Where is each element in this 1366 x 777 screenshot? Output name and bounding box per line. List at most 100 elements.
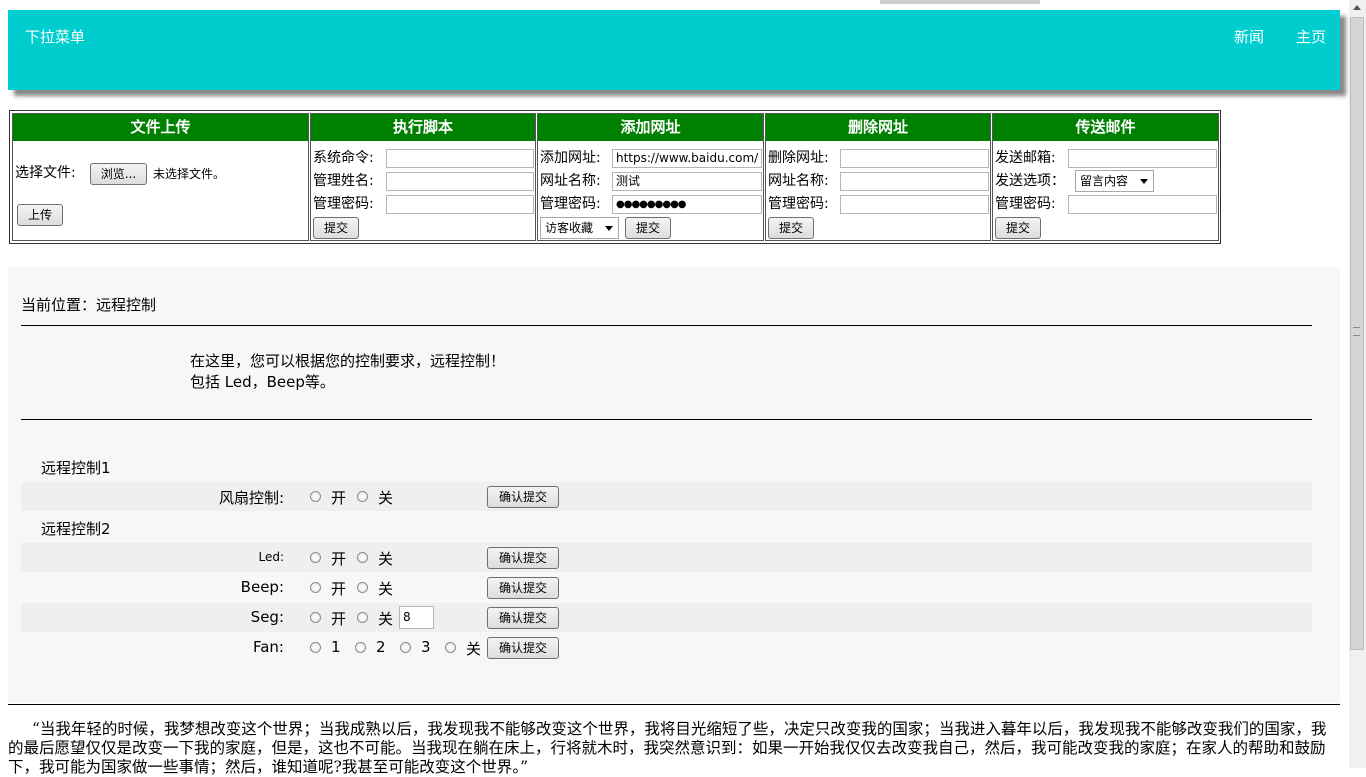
choose-file-label: 选择文件: <box>15 165 76 181</box>
mail-option-label: 发送选项： <box>995 173 1065 189</box>
group-2-title: 远程控制2 <box>41 520 111 538</box>
intro-line-1: 在这里，您可以根据您的控制要求，远程控制！ <box>190 352 506 370</box>
main-content: 当前位置：远程控制 在这里，您可以根据您的控制要求，远程控制！ 包括 Led，B… <box>8 267 1340 703</box>
beep-off-radio[interactable] <box>357 582 368 593</box>
nav-news-link[interactable]: 新闻 <box>1234 26 1264 47</box>
beep-label: Beep: <box>240 578 284 596</box>
forms-table: 文件上传 选择文件: 浏览... 未选择文件。 上传 执行脚本 系统命令: 管理… <box>9 110 1221 244</box>
fan-control-confirm-button[interactable]: 确认提交 <box>487 486 559 508</box>
add-url-category-select[interactable]: 访客收藏 <box>540 217 619 239</box>
beep-row: Beep: 开 关 确认提交 <box>21 573 1312 602</box>
delete-url-pwd-label: 管理密码: <box>768 196 829 212</box>
add-url-pwd-label: 管理密码: <box>540 196 601 212</box>
grip-icon <box>1353 327 1360 336</box>
delete-url-input[interactable] <box>840 149 989 168</box>
fan-speed-3-label: 3 <box>421 638 431 656</box>
cmd-input[interactable] <box>386 149 534 168</box>
mail-panel: 传送邮件 发送邮箱: 发送选项： 留言内容 管理密码: 提交 <box>992 113 1219 241</box>
upload-panel: 文件上传 选择文件: 浏览... 未选择文件。 上传 <box>12 113 309 241</box>
mail-pwd-label: 管理密码: <box>995 196 1056 212</box>
divider <box>21 419 1312 420</box>
fan-speed-1-radio[interactable] <box>310 642 321 653</box>
top-header: 下拉菜单 新闻 主页 <box>8 10 1340 90</box>
fan-off-speed-label: 关 <box>466 640 482 658</box>
upload-panel-title: 文件上传 <box>13 114 308 141</box>
fan-speed-2-label: 2 <box>376 638 386 656</box>
script-panel: 执行脚本 系统命令: 管理姓名: 管理密码: 提交 <box>310 113 536 241</box>
on-label: 开 <box>331 550 347 568</box>
mail-pwd-input[interactable] <box>1068 195 1217 214</box>
quote-text: “当我年轻的时候，我梦想改变这个世界；当我成熟以后，我发现我不能够改变这个世界，… <box>8 720 1327 776</box>
add-url-input[interactable]: https://www.baidu.com/ <box>612 149 762 168</box>
add-url-panel: 添加网址 添加网址: https://www.baidu.com/ 网址名称: … <box>537 113 764 241</box>
vertical-scrollbar[interactable] <box>1349 0 1366 768</box>
add-url-name-label: 网址名称: <box>540 173 601 189</box>
add-url-category-value: 访客收藏 <box>545 221 594 235</box>
mail-address-label: 发送邮箱: <box>995 150 1056 166</box>
intro-line-2: 包括 Led，Beep等。 <box>190 373 335 391</box>
mail-panel-title: 传送邮件 <box>993 114 1218 141</box>
fan-label: Fan: <box>252 638 284 656</box>
fan-control-row: 风扇控制: 开 关 确认提交 <box>21 482 1312 511</box>
delete-url-name-input[interactable] <box>840 172 989 191</box>
off-label: 关 <box>378 489 394 507</box>
group-1-title: 远程控制1 <box>41 459 111 477</box>
breadcrumb: 当前位置：远程控制 <box>21 296 157 314</box>
led-label: Led: <box>258 550 284 564</box>
script-submit-button[interactable]: 提交 <box>313 217 359 239</box>
delete-url-name-label: 网址名称: <box>768 173 829 189</box>
chevron-down-icon <box>1140 179 1148 184</box>
add-url-label: 添加网址: <box>540 150 601 166</box>
seg-value-input[interactable]: 8 <box>399 606 434 629</box>
intro-text: 在这里，您可以根据您的控制要求，远程控制！ 包括 Led，Beep等。 <box>190 351 505 393</box>
fan-confirm-button[interactable]: 确认提交 <box>487 637 559 659</box>
seg-row: Seg: 开 关 8 确认提交 <box>21 603 1312 632</box>
led-row: Led: 开 关 确认提交 <box>21 543 1312 572</box>
script-name-input[interactable] <box>386 172 534 191</box>
beep-confirm-button[interactable]: 确认提交 <box>487 577 559 599</box>
fan-off-radio[interactable] <box>357 491 368 502</box>
delete-url-label: 删除网址: <box>768 150 829 166</box>
add-url-name-input[interactable]: 测试 <box>612 172 762 191</box>
delete-url-pwd-input[interactable] <box>840 195 989 214</box>
mail-option-select[interactable]: 留言内容 <box>1075 170 1154 192</box>
fan-control-label: 风扇控制: <box>218 489 284 507</box>
mail-address-input[interactable] <box>1068 149 1217 168</box>
browse-button[interactable]: 浏览... <box>90 163 147 185</box>
on-label: 开 <box>331 580 347 598</box>
off-label: 关 <box>378 580 394 598</box>
fan-on-radio[interactable] <box>310 491 321 502</box>
script-pwd-label: 管理密码: <box>313 196 374 212</box>
led-on-radio[interactable] <box>310 552 321 563</box>
add-url-pwd-input[interactable]: ●●●●●●●●● <box>612 195 762 214</box>
led-off-radio[interactable] <box>357 552 368 563</box>
beep-on-radio[interactable] <box>310 582 321 593</box>
seg-on-radio[interactable] <box>310 612 321 623</box>
delete-url-panel-title: 删除网址 <box>766 114 990 141</box>
upload-button[interactable]: 上传 <box>17 204 63 226</box>
dropdown-menu-link[interactable]: 下拉菜单 <box>25 26 85 47</box>
top-nav: 新闻 主页 <box>1234 26 1326 47</box>
cmd-label: 系统命令: <box>313 150 374 166</box>
seg-confirm-button[interactable]: 确认提交 <box>487 607 559 629</box>
divider <box>8 704 1340 705</box>
on-label: 开 <box>331 489 347 507</box>
script-panel-title: 执行脚本 <box>311 114 535 141</box>
led-confirm-button[interactable]: 确认提交 <box>487 547 559 569</box>
add-url-submit-button[interactable]: 提交 <box>625 217 671 239</box>
divider <box>21 325 1312 326</box>
mail-option-value: 留言内容 <box>1080 174 1129 188</box>
script-name-label: 管理姓名: <box>313 173 374 189</box>
fan-off-speed-radio[interactable] <box>445 642 456 653</box>
fan-speed-2-radio[interactable] <box>355 642 366 653</box>
nav-home-link[interactable]: 主页 <box>1296 26 1326 47</box>
scroll-up-icon[interactable] <box>1353 5 1361 10</box>
chevron-down-icon <box>605 226 613 231</box>
script-pwd-input[interactable] <box>386 195 534 214</box>
mail-submit-button[interactable]: 提交 <box>995 217 1041 239</box>
add-url-panel-title: 添加网址 <box>538 114 763 141</box>
fan-speed-3-radio[interactable] <box>400 642 411 653</box>
delete-url-submit-button[interactable]: 提交 <box>768 217 814 239</box>
browser-tab-hint <box>880 0 1040 4</box>
seg-off-radio[interactable] <box>357 612 368 623</box>
